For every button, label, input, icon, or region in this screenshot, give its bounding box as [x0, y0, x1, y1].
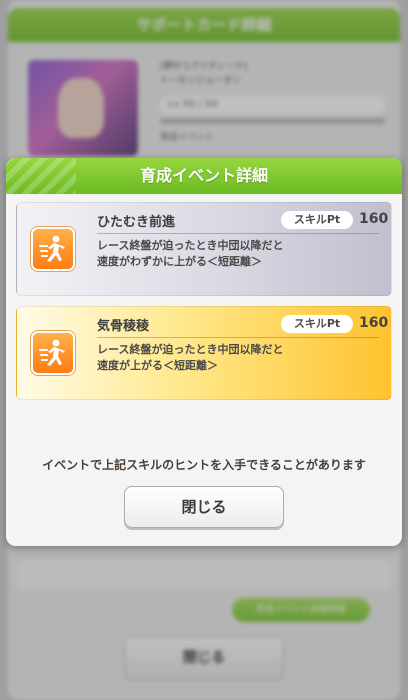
skill-description: レース終盤が迫ったとき中団以降だと 速度が上がる＜短距離＞: [97, 342, 283, 374]
skill-pt-value: 160: [359, 211, 389, 227]
skill-name: 気骨稜稜: [97, 319, 150, 334]
divider: [97, 233, 379, 234]
close-button[interactable]: 閉じる: [124, 486, 284, 528]
skill-description: レース終盤が迫ったとき中団以降だと 速度がわずかに上がる＜短距離＞: [97, 238, 283, 270]
skill-pt-label: スキルPt: [281, 211, 353, 229]
skill-description-line2: 速度が上がる＜短距離＞: [97, 359, 218, 372]
skill-event-card: ひたむき前進 スキルPt 160 レース終盤が迫ったとき中団以降だと 速度がわず…: [16, 202, 392, 296]
running-figure-speed-icon: [31, 331, 75, 375]
skill-pt-value: 160: [359, 315, 389, 331]
skill-description-line1: レース終盤が迫ったとき中団以降だと: [97, 239, 284, 252]
skill-name: ひたむき前進: [97, 215, 176, 230]
skill-pt-label: スキルPt: [281, 315, 353, 333]
skill-description-line1: レース終盤が迫ったとき中団以降だと: [97, 343, 284, 356]
dialog-body: ひたむき前進 スキルPt 160 レース終盤が迫ったとき中団以降だと 速度がわず…: [6, 194, 402, 546]
hint-notice: イベントで上記スキルのヒントを入手できることがあります: [42, 458, 366, 472]
skill-description-line2: 速度がわずかに上がる＜短距離＞: [97, 255, 262, 268]
dialog-title: 育成イベント詳細: [6, 158, 402, 194]
training-event-detail-dialog: 育成イベント詳細 ひたむき前進 スキルPt 160 レース終盤が迫ったとき中団以…: [6, 158, 402, 546]
running-figure-speed-icon: [31, 227, 75, 271]
skill-event-card: 気骨稜稜 スキルPt 160 レース終盤が迫ったとき中団以降だと 速度が上がる＜…: [16, 306, 392, 400]
divider: [97, 337, 379, 338]
